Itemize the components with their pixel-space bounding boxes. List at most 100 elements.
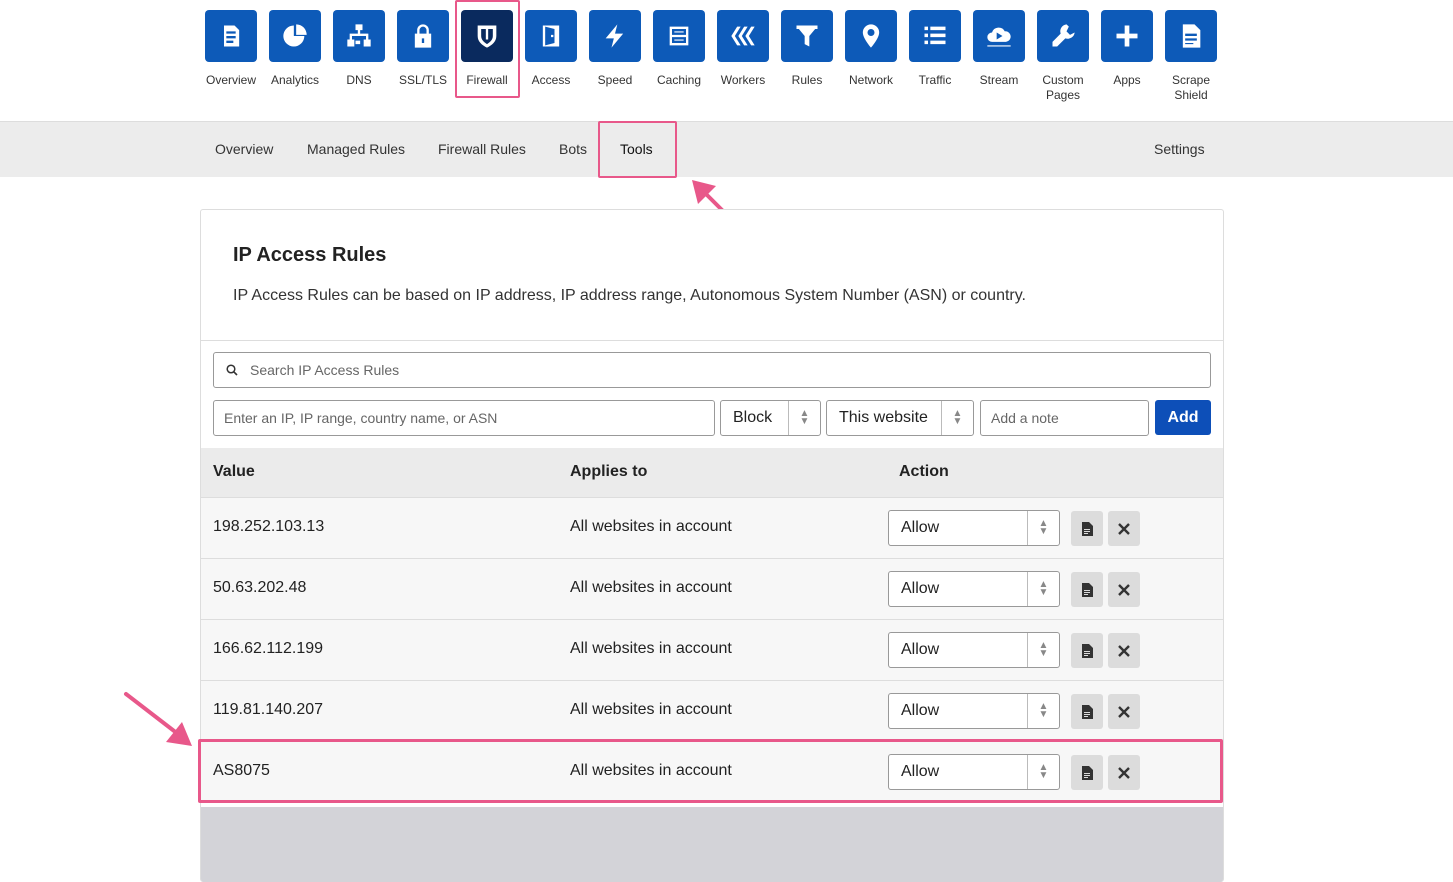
row-action-value: Allow	[901, 580, 940, 597]
nav-label: Speed	[597, 73, 633, 87]
row-action-value: Allow	[901, 519, 940, 536]
tab-firewall-rules[interactable]: Firewall Rules	[438, 141, 526, 157]
delete-button[interactable]	[1108, 572, 1140, 607]
note-button[interactable]	[1071, 694, 1103, 729]
workers-icon	[717, 10, 769, 62]
list-icon	[909, 10, 961, 62]
lock-icon	[397, 10, 449, 62]
ip-input[interactable]: Enter an IP, IP range, country name, or …	[213, 400, 715, 436]
nav-speed[interactable]: Speed	[583, 10, 647, 88]
nav-dns[interactable]: DNS	[327, 10, 391, 88]
nav-stream[interactable]: Stream	[967, 10, 1031, 88]
nav-traffic[interactable]: Traffic	[903, 10, 967, 88]
ip-placeholder: Enter an IP, IP range, country name, or …	[224, 410, 498, 426]
shield-icon	[461, 10, 513, 62]
search-input[interactable]: Search IP Access Rules	[213, 352, 1211, 388]
nav-rules[interactable]: Rules	[775, 10, 839, 88]
server-icon	[653, 10, 705, 62]
nav-network[interactable]: Network	[839, 10, 903, 88]
chevron-updown-icon: ▲ ▼	[1027, 694, 1059, 728]
table-row: AS8075 All websites in account Allow ▲ ▼	[201, 741, 1223, 802]
chevron-updown-icon: ▲ ▼	[1027, 633, 1059, 667]
nav-apps[interactable]: Apps	[1095, 10, 1159, 88]
firewall-subnav: Overview Managed Rules Firewall Rules Bo…	[0, 121, 1453, 177]
nav-label: Scrape Shield	[1171, 73, 1211, 102]
note-button[interactable]	[1071, 572, 1103, 607]
card-title: IP Access Rules	[233, 244, 387, 266]
nav-label: Rules	[791, 73, 823, 87]
nav-label: Network	[848, 73, 893, 87]
row-action-select[interactable]: Allow ▲ ▼	[888, 632, 1060, 668]
nav-label: Workers	[720, 73, 766, 87]
close-icon	[1118, 522, 1130, 535]
add-button[interactable]: Add	[1155, 400, 1211, 435]
chevron-updown-icon: ▲ ▼	[1027, 755, 1059, 789]
search-icon	[226, 364, 238, 376]
door-icon	[525, 10, 577, 62]
scope-select[interactable]: This website ▲ ▼	[826, 400, 974, 436]
row-action-select[interactable]: Allow ▲ ▼	[888, 754, 1060, 790]
scope-select-value: This website	[839, 409, 928, 426]
column-header-applies-to: Applies to	[570, 463, 648, 480]
note-input[interactable]: Add a note	[980, 400, 1149, 436]
close-icon	[1118, 583, 1130, 596]
close-icon	[1118, 766, 1130, 779]
divider	[201, 340, 1223, 341]
clipboard-icon	[205, 10, 257, 62]
nav-scrape-shield[interactable]: Scrape Shield	[1159, 10, 1223, 103]
note-button[interactable]	[1071, 755, 1103, 790]
location-pin-icon	[845, 10, 897, 62]
note-button[interactable]	[1071, 633, 1103, 668]
product-nav: Overview Analytics DNS SSL/TLS Firewall …	[0, 0, 1453, 121]
action-select[interactable]: Block ▲ ▼	[720, 400, 821, 436]
nav-label: Caching	[656, 73, 702, 87]
nav-label: Stream	[979, 73, 1019, 87]
tab-overview[interactable]: Overview	[215, 141, 273, 157]
nav-overview[interactable]: Overview	[199, 10, 263, 88]
tab-managed-rules[interactable]: Managed Rules	[307, 141, 405, 157]
row-applies-to: All websites in account	[570, 701, 732, 718]
action-select-value: Block	[733, 409, 773, 426]
nav-label: Analytics	[270, 73, 320, 87]
card-description: IP Access Rules can be based on IP addre…	[233, 287, 1026, 304]
card-footer	[201, 807, 1223, 882]
nav-firewall[interactable]: Firewall	[455, 10, 519, 88]
row-value: 50.63.202.48	[213, 579, 307, 596]
note-icon	[1082, 704, 1093, 719]
note-placeholder: Add a note	[991, 410, 1059, 426]
table-row: 119.81.140.207 All websites in account A…	[201, 680, 1223, 741]
nav-label: Firewall	[466, 73, 508, 87]
chevron-updown-icon: ▲ ▼	[1027, 572, 1059, 606]
delete-button[interactable]	[1108, 633, 1140, 668]
nav-ssl-tls[interactable]: SSL/TLS	[391, 10, 455, 88]
row-value: 166.62.112.199	[213, 640, 324, 657]
nav-analytics[interactable]: Analytics	[263, 10, 327, 88]
delete-button[interactable]	[1108, 755, 1140, 790]
nav-label: Access	[531, 73, 571, 87]
row-action-select[interactable]: Allow ▲ ▼	[888, 693, 1060, 729]
note-icon	[1082, 521, 1093, 536]
nav-label: DNS	[346, 73, 372, 87]
nav-workers[interactable]: Workers	[711, 10, 775, 88]
nav-access[interactable]: Access	[519, 10, 583, 88]
delete-button[interactable]	[1108, 511, 1140, 546]
tab-settings[interactable]: Settings	[1154, 141, 1205, 157]
row-action-select[interactable]: Allow ▲ ▼	[888, 510, 1060, 546]
row-action-select[interactable]: Allow ▲ ▼	[888, 571, 1060, 607]
column-header-value: Value	[213, 463, 255, 480]
column-header-action: Action	[899, 463, 949, 480]
table-row: 198.252.103.13 All websites in account A…	[201, 497, 1223, 558]
nav-label: Custom Pages	[1042, 73, 1084, 102]
row-action-value: Allow	[901, 702, 940, 719]
tab-bots[interactable]: Bots	[559, 141, 587, 157]
nav-custom-pages[interactable]: Custom Pages	[1031, 10, 1095, 103]
delete-button[interactable]	[1108, 694, 1140, 729]
table-row: 50.63.202.48 All websites in account All…	[201, 558, 1223, 619]
row-action-value: Allow	[901, 641, 940, 658]
close-icon	[1118, 644, 1130, 657]
nav-caching[interactable]: Caching	[647, 10, 711, 88]
close-icon	[1118, 705, 1130, 718]
note-button[interactable]	[1071, 511, 1103, 546]
tab-tools[interactable]: Tools	[620, 141, 653, 157]
chevron-updown-icon: ▲ ▼	[788, 401, 820, 435]
